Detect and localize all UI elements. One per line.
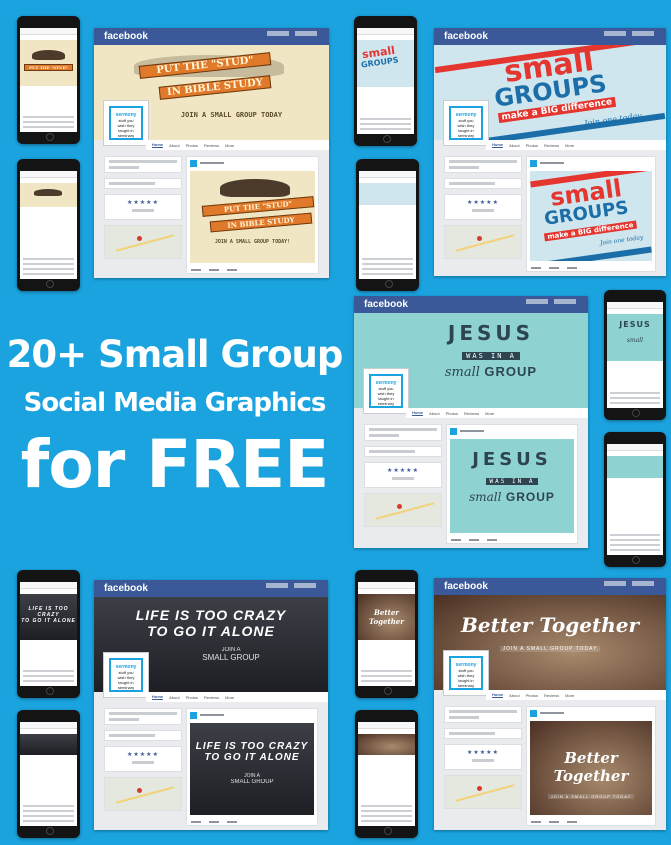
post-title-line2: IN BIBLE STUDY <box>209 212 313 233</box>
cover-line1: LIFE IS TOO CRAZY <box>135 607 287 623</box>
post-line4: GROUP <box>505 490 555 504</box>
post-line1: LIFE IS TOO CRAZY <box>195 741 309 752</box>
tab-about[interactable]: About <box>429 411 439 416</box>
promo-canvas: PUT THE "STUD" facebook PUT THE "STUD" I… <box>0 0 671 845</box>
page-tabs: Home About Photos Reviews More <box>146 692 328 702</box>
phone-mockup-stud-2 <box>17 159 80 291</box>
better-phone-text: Better Together <box>369 608 404 626</box>
phone-mockup-crazy-2 <box>17 710 80 838</box>
facebook-page-jesus: facebook JESUS WAS IN A small GROUP serm… <box>354 296 588 548</box>
page-tabs: Home About Photos Reviews More <box>486 690 666 700</box>
post-line4: SMALL GROUP <box>230 779 274 785</box>
cover-line4: GROUP <box>484 364 538 379</box>
post-line3: small <box>469 490 502 504</box>
phone-mockup-jesus-2 <box>604 432 666 567</box>
cover-line2: WAS IN A <box>462 352 520 360</box>
page-logo[interactable]: sermony stuff you wish they taught in semina… <box>364 369 408 413</box>
tab-home[interactable]: Home <box>492 692 504 698</box>
rating-stars: ★★★★★ <box>467 200 499 206</box>
post-card: small GROUPS make a BIG difference Join … <box>526 156 656 272</box>
post-tagline: JOIN A SMALL GROUP TODAY! <box>214 239 291 245</box>
tab-more[interactable]: More <box>565 143 574 148</box>
post-line2: WAS IN A <box>485 478 539 485</box>
tab-reviews[interactable]: Reviews <box>204 695 219 700</box>
tab-home[interactable]: Home <box>492 142 504 148</box>
page-logo[interactable]: sermony stuff you wish they taught in semina… <box>444 101 488 145</box>
tab-more[interactable]: More <box>225 695 234 700</box>
tab-about[interactable]: About <box>509 693 519 698</box>
tab-photos[interactable]: Photos <box>186 695 198 700</box>
tab-home[interactable]: Home <box>412 410 424 416</box>
phone-mockup-better-1: Better Together <box>355 570 418 698</box>
page-tabs: Home About Photos Reviews More <box>486 140 666 150</box>
page-logo[interactable]: sermony stuff you wish they taught in semina… <box>104 653 148 697</box>
cover-title-line2: IN BIBLE STUDY <box>158 75 272 100</box>
tab-home[interactable]: Home <box>152 694 164 700</box>
phone-mockup-small-groups-1: small GROUPS <box>354 16 417 146</box>
page-tabs: Home About Photos Reviews More <box>146 140 329 150</box>
cover-line1: JESUS <box>447 321 535 345</box>
tab-photos[interactable]: Photos <box>526 693 538 698</box>
cover-line2: TO GO IT ALONE <box>147 623 275 639</box>
post-word4: Join one today <box>599 234 644 247</box>
headline-line3: for FREE <box>20 426 330 503</box>
page-logo[interactable]: sermony stuff you wish they taught in semina… <box>444 651 488 695</box>
facebook-page-crazy: facebook LIFE IS TOO CRAZY TO GO IT ALON… <box>94 580 328 830</box>
post-card: LIFE IS TOO CRAZY TO GO IT ALONE JOIN A … <box>186 708 318 826</box>
post-line1: Better Together <box>553 749 629 785</box>
post-card: Better Together JOIN A SMALL GROUP TODAY <box>526 706 656 826</box>
cover-line3: small <box>444 365 480 380</box>
phone-mockup-jesus-1: JESUS small <box>604 290 666 420</box>
phone-mockup-better-2 <box>355 710 418 838</box>
facebook-page-better: facebook Better Together JOIN A SMALL GR… <box>434 578 666 830</box>
tab-about[interactable]: About <box>509 143 519 148</box>
facebook-logo: facebook <box>444 31 488 42</box>
tab-reviews[interactable]: Reviews <box>544 693 559 698</box>
stud-phone-text: PUT THE "STUD" <box>24 64 73 71</box>
jesus-phone-text: JESUS <box>619 320 651 329</box>
cover-line1: Better Together <box>460 613 639 637</box>
rating-stars: ★★★★★ <box>127 200 159 206</box>
facebook-logo: facebook <box>104 583 148 594</box>
tab-photos[interactable]: Photos <box>186 143 198 148</box>
post-line2: JOIN A SMALL GROUP TODAY <box>547 794 635 799</box>
tab-reviews[interactable]: Reviews <box>544 143 559 148</box>
facebook-logo: facebook <box>444 581 488 592</box>
tab-more[interactable]: More <box>565 693 574 698</box>
tab-photos[interactable]: Photos <box>526 143 538 148</box>
tab-reviews[interactable]: Reviews <box>204 143 219 148</box>
post-line1: JESUS <box>472 449 552 470</box>
page-logo[interactable]: sermony stuff you wish they taught in semina… <box>104 101 148 145</box>
post-card: JESUS WAS IN A small GROUP <box>446 424 578 544</box>
tab-more[interactable]: More <box>225 143 234 148</box>
facebook-page-small-groups: facebook small GROUPS make a BIG differe… <box>434 28 666 276</box>
tab-about[interactable]: About <box>169 695 179 700</box>
tab-home[interactable]: Home <box>152 142 164 148</box>
headline-line1: 20+ Small Group <box>6 333 344 376</box>
tab-photos[interactable]: Photos <box>446 411 458 416</box>
headline-line2: Social Media Graphics <box>23 388 327 418</box>
post-line2: TO GO IT ALONE <box>204 752 300 763</box>
tab-about[interactable]: About <box>169 143 179 148</box>
facebook-logo: facebook <box>104 31 148 42</box>
tab-reviews[interactable]: Reviews <box>464 411 479 416</box>
cover-line2: JOIN A SMALL GROUP TODAY <box>499 646 601 652</box>
post-card: PUT THE "STUD" IN BIBLE STUDY JOIN A SMA… <box>186 156 319 274</box>
crazy-phone-text: LIFE IS TOO CRAZY <box>28 606 69 618</box>
phone-mockup-stud-1: PUT THE "STUD" <box>17 16 80 144</box>
facebook-page-stud: facebook PUT THE "STUD" IN BIBLE STUDY J… <box>94 28 329 278</box>
page-tabs: Home About Photos Reviews More <box>406 408 588 418</box>
phone-mockup-crazy-1: LIFE IS TOO CRAZY TO GO IT ALONE <box>17 570 80 698</box>
rating-stars: ★★★★★ <box>127 752 159 758</box>
rating-stars: ★★★★★ <box>387 468 419 474</box>
facebook-logo: facebook <box>364 299 408 310</box>
tab-more[interactable]: More <box>485 411 494 416</box>
phone-mockup-small-groups-2 <box>356 159 419 291</box>
rating-stars: ★★★★★ <box>467 750 499 756</box>
